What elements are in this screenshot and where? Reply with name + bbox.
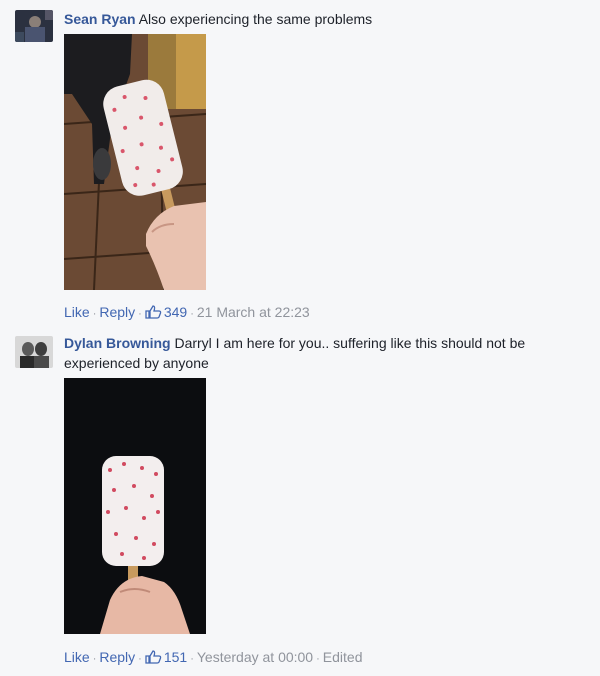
separator-dot: ·	[316, 653, 320, 665]
edited-label[interactable]: Edited	[323, 649, 363, 665]
like-count-value: 151	[163, 649, 188, 665]
comment-actions: Like · Reply · 151 · Yesterday at 00:00 · Edited	[64, 649, 362, 665]
separator-dot: ·	[92, 308, 97, 320]
separator-dot: ·	[190, 653, 194, 665]
comment-actions: Like · Reply · 349 · 21 March at 22:23	[64, 304, 310, 320]
avatar[interactable]	[15, 336, 53, 368]
separator-dot: ·	[190, 308, 194, 320]
comment-text: Also experiencing the same problems	[138, 11, 373, 27]
separator-dot: ·	[138, 653, 142, 665]
like-link[interactable]: Like	[64, 649, 90, 665]
like-count[interactable]: 349	[145, 304, 187, 320]
comment-body: Dylan Browning Darryl I am here for you.…	[64, 333, 574, 373]
like-count-value: 349	[163, 304, 188, 320]
like-link[interactable]: Like	[64, 304, 90, 320]
comment-photo[interactable]	[64, 378, 206, 634]
author-name[interactable]: Sean Ryan	[64, 11, 136, 27]
avatar[interactable]	[15, 10, 53, 42]
thumbs-up-icon	[145, 650, 162, 664]
like-count[interactable]: 151	[145, 649, 187, 665]
timestamp[interactable]: Yesterday at 00:00	[197, 649, 313, 665]
thumbs-up-icon	[145, 305, 162, 319]
comment-photo[interactable]	[64, 34, 206, 290]
author-name[interactable]: Dylan Browning	[64, 335, 171, 351]
separator-dot: ·	[92, 653, 97, 665]
separator-dot: ·	[138, 308, 142, 320]
timestamp[interactable]: 21 March at 22:23	[197, 304, 310, 320]
reply-link[interactable]: Reply	[99, 649, 135, 665]
reply-link[interactable]: Reply	[99, 304, 135, 320]
comment-body: Sean Ryan Also experiencing the same pro…	[64, 9, 574, 29]
